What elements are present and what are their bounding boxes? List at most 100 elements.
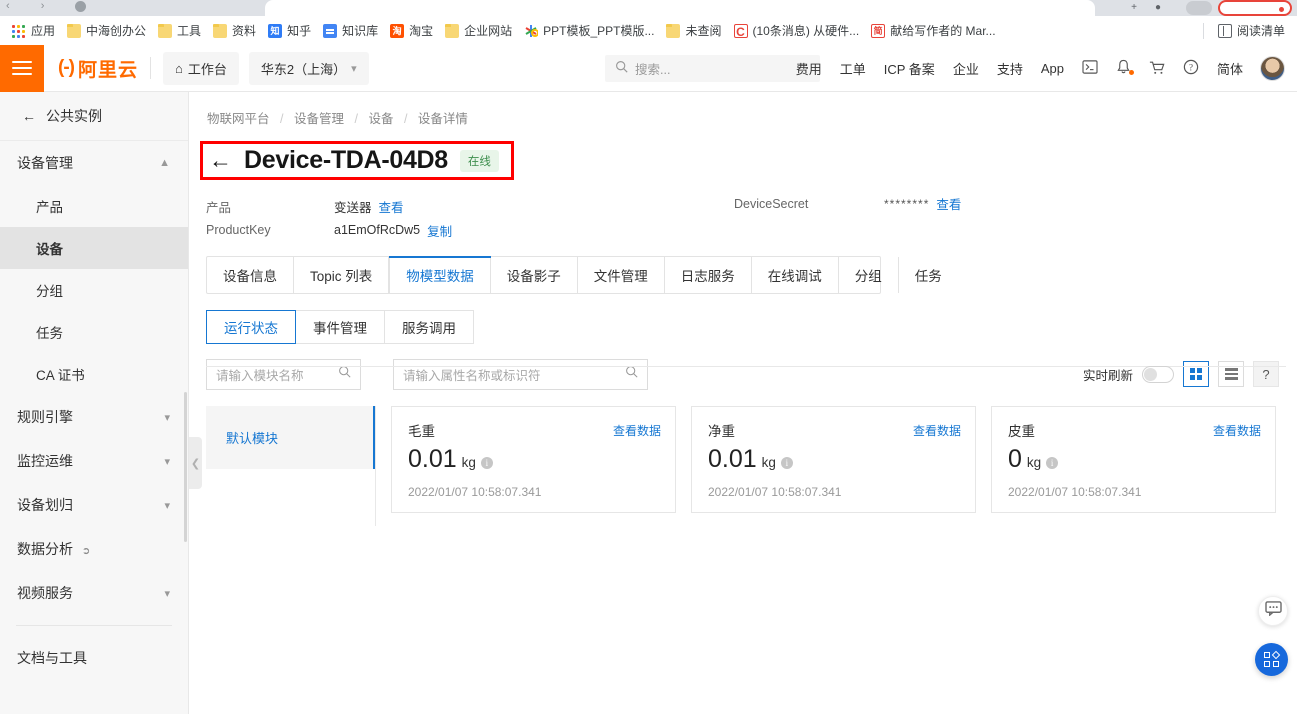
view-data-link[interactable]: 查看数据 [913, 422, 961, 439]
workbench-button[interactable]: ⌂ 工作台 [163, 51, 239, 85]
tab-device-shadow[interactable]: 设备影子 [491, 257, 578, 293]
nav-support[interactable]: 支持 [988, 59, 1032, 78]
bookmark-unread[interactable]: 未查阅 [660, 19, 727, 42]
view-product-link[interactable]: 查看 [379, 197, 404, 216]
person-icon[interactable]: ● [1152, 2, 1164, 14]
console-icon[interactable] [1073, 60, 1107, 77]
view-devicesecret-link[interactable]: 查看 [936, 194, 961, 213]
info-icon[interactable]: i [780, 457, 793, 469]
sidebar-group-video-service[interactable]: 视频服务 ▾ [0, 571, 188, 615]
list-view-button[interactable] [1218, 361, 1244, 387]
sidebar-scrollbar[interactable] [184, 392, 187, 542]
tab-device-info[interactable]: 设备信息 [207, 257, 294, 293]
property-search-input[interactable]: 请输入属性名称或标识符 [393, 358, 648, 390]
view-data-link[interactable]: 查看数据 [1213, 422, 1261, 439]
account-pill[interactable] [1218, 0, 1292, 16]
window-minimize-button[interactable] [1186, 1, 1212, 15]
sidebar-group-rule-engine[interactable]: 规则引擎 ▾ [0, 395, 188, 439]
grid-view-button[interactable] [1183, 361, 1209, 387]
view-data-link[interactable]: 查看数据 [613, 422, 661, 439]
browser-nav-controls[interactable]: ‹ › [6, 0, 87, 12]
subtab-running-status[interactable]: 运行状态 [206, 310, 296, 344]
bookmark-csdn-message[interactable]: C (10条消息) 从硬件... [728, 19, 866, 42]
tab-file-management[interactable]: 文件管理 [578, 257, 665, 293]
sidebar-item-tasks[interactable]: 任务 [0, 311, 188, 353]
tab-thing-model-data[interactable]: 物模型数据 [389, 256, 491, 293]
nav-fees[interactable]: 费用 [787, 59, 831, 78]
help-icon[interactable]: ? [1174, 59, 1208, 78]
property-search-placeholder: 请输入属性名称或标识符 [403, 368, 541, 383]
aliyun-logo[interactable]: (-) 阿里云 [58, 55, 138, 82]
realtime-refresh-toggle[interactable] [1142, 365, 1174, 383]
tab-label: Topic 列表 [310, 269, 373, 284]
bookmark-materials[interactable]: 资料 [207, 19, 262, 42]
language-selector[interactable]: 简体 [1208, 59, 1252, 78]
sidebar-group-monitoring[interactable]: 监控运维 ▾ [0, 439, 188, 483]
reading-list-button[interactable]: 阅读清单 [1212, 19, 1291, 42]
bookmark-taobao[interactable]: 淘 淘宝 [384, 19, 439, 42]
arrow-left-icon: ← [22, 108, 36, 124]
nav-tickets[interactable]: 工单 [831, 59, 875, 78]
ppt-icon [524, 24, 540, 38]
bookmark-ppt-template[interactable]: PPT模板_PPT模版... [518, 19, 660, 42]
tab-online-debug[interactable]: 在线调试 [752, 257, 839, 293]
info-icon[interactable]: i [1046, 457, 1059, 469]
nav-icp[interactable]: ICP 备案 [875, 59, 944, 78]
sidebar-item-docs-and-tools[interactable]: 文档与工具 [0, 636, 188, 680]
module-search-placeholder: 请输入模块名称 [216, 368, 304, 383]
card-value-row: 0.01 kg i [708, 447, 961, 472]
meta-label-productkey: ProductKey [206, 223, 271, 237]
breadcrumb-item-iot-platform[interactable]: 物联网平台 [207, 112, 270, 126]
module-list: 默认模块 [206, 406, 376, 526]
page-title-highlight: ← Device-TDA-04D8 在线 [200, 141, 514, 180]
breadcrumb-item-devices[interactable]: 设备 [368, 112, 393, 126]
help-button[interactable]: ? [1253, 361, 1279, 387]
sidebar-group-device-assignment[interactable]: 设备划归 ▾ [0, 483, 188, 527]
tab-tasks[interactable]: 任务 [899, 257, 958, 293]
chat-support-button[interactable] [1258, 596, 1288, 626]
sidebar-group-device-management[interactable]: 设备管理 ▲ [0, 141, 188, 185]
subtab-service-invocation[interactable]: 服务调用 [385, 310, 474, 344]
sidebar-back-button[interactable]: ← 公共实例 [0, 92, 188, 141]
bell-icon[interactable] [1107, 59, 1140, 78]
copy-productkey-link[interactable]: 复制 [427, 221, 452, 240]
bookmark-tools[interactable]: 工具 [152, 19, 207, 42]
region-selector[interactable]: 华东2（上海） ▾ [248, 51, 369, 85]
avatar[interactable] [1260, 56, 1285, 81]
module-search-input[interactable]: 请输入模块名称 [206, 358, 361, 390]
bookmark-apps[interactable]: 应用 [6, 19, 61, 42]
app-launcher-button[interactable] [1255, 643, 1288, 676]
property-name: 皮重 [1008, 424, 1035, 439]
bookmark-label: 知乎 [287, 24, 312, 38]
cart-icon[interactable] [1140, 60, 1174, 78]
extension-icon[interactable]: + [1128, 2, 1140, 14]
bookmark-enterprise-site[interactable]: 企业网站 [439, 19, 518, 42]
back-arrow-icon[interactable]: ← [209, 149, 232, 172]
breadcrumb-item-device-management[interactable]: 设备管理 [294, 112, 344, 126]
bookmark-jianshu-markdown[interactable]: 简 献给写作者的 Mar... [865, 19, 1001, 42]
grid-icon [1190, 368, 1202, 380]
info-icon[interactable]: i [480, 457, 493, 469]
tab-log-service[interactable]: 日志服务 [665, 257, 752, 293]
sidebar-item-ca-certificates[interactable]: CA 证书 [0, 353, 188, 395]
tab-topic-list[interactable]: Topic 列表 [294, 257, 390, 293]
module-item-default[interactable]: 默认模块 [206, 406, 375, 469]
bookmark-zhihu[interactable]: 知 知乎 [262, 19, 317, 42]
search-icon [338, 365, 351, 383]
folder-icon [445, 23, 460, 38]
menu-toggle-button[interactable] [0, 44, 44, 92]
bookmark-zhonghaichuang[interactable]: 中海创办公 [61, 19, 152, 42]
bookmarks-right: 阅读清单 [1195, 19, 1291, 42]
sidebar-group-data-analysis[interactable]: 数据分析 ➲ [0, 527, 188, 571]
nav-enterprise[interactable]: 企业 [944, 59, 988, 78]
tab-groups[interactable]: 分组 [839, 257, 899, 293]
browser-tab[interactable] [265, 0, 1095, 16]
sidebar-item-groups[interactable]: 分组 [0, 269, 188, 311]
notification-badge [1128, 70, 1134, 75]
bookmark-knowledge-base[interactable]: 知识库 [317, 19, 384, 42]
subtab-event-management[interactable]: 事件管理 [296, 310, 385, 344]
sidebar-item-products[interactable]: 产品 [0, 185, 188, 227]
nav-app[interactable]: App [1032, 61, 1073, 76]
sidebar-item-devices[interactable]: 设备 [0, 227, 188, 269]
sidebar-collapse-handle[interactable]: ❮ [189, 437, 202, 489]
